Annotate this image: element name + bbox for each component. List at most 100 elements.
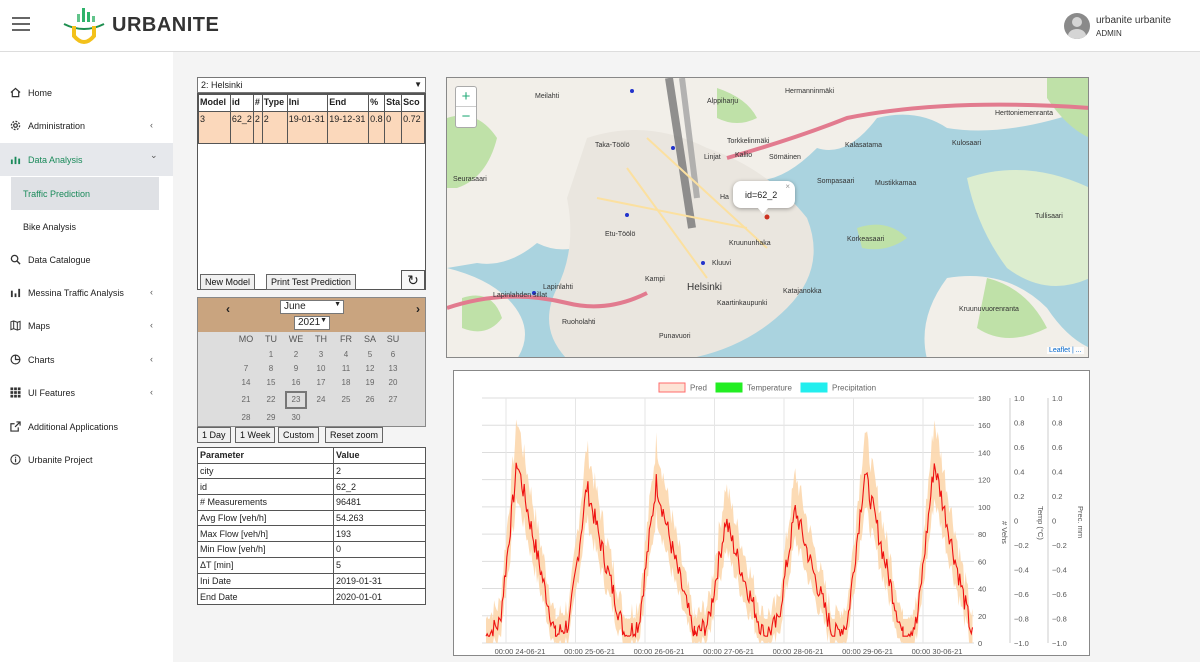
calendar-day[interactable]: 23 (285, 391, 307, 409)
calendar-day[interactable]: 28 (235, 411, 257, 425)
sidebar-item-charts[interactable]: Charts ‹ (0, 343, 173, 376)
chart-svg[interactable]: Pred Temperature Precipitation 0 20 40 60 80 100… (454, 371, 1091, 657)
one-day-button[interactable]: 1 Day (197, 427, 231, 443)
chevron-left-icon[interactable]: ‹ (226, 302, 230, 316)
chevron-left-icon: ‹ (150, 387, 153, 397)
calendar-day[interactable]: 27 (382, 393, 404, 407)
map-place-label: Herttoniemenranta (995, 110, 1053, 117)
map-canvas[interactable] (447, 78, 1089, 358)
y-tick-label: 0.6 (1052, 443, 1062, 452)
calendar-day[interactable]: 18 (335, 376, 357, 390)
custom-button[interactable]: Custom (278, 427, 320, 443)
calendar-day[interactable]: 21 (235, 393, 257, 407)
calendar-day[interactable]: 26 (359, 393, 381, 407)
chevron-right-icon[interactable]: › (416, 302, 420, 316)
chevron-left-icon: ‹ (150, 320, 153, 330)
top-header: URBANITE urbanite urbanite ADMIN (0, 0, 1200, 52)
y-tick-label: 0.4 (1052, 468, 1062, 477)
calendar-day[interactable]: 4 (335, 348, 357, 362)
sidebar-item-label: UI Features (28, 388, 76, 398)
column-header[interactable]: Ini (286, 94, 329, 112)
column-header[interactable]: Sco (401, 94, 425, 112)
popup-text: id=62_2 (745, 190, 778, 200)
calendar-day[interactable]: 24 (310, 393, 332, 407)
zoom-out-button[interactable]: − (456, 107, 476, 127)
calendar-day[interactable]: 1 (260, 348, 282, 362)
y-tick-label: 60 (978, 557, 986, 566)
sidebar-item-messina-traffic-analysis[interactable]: Messina Traffic Analysis ‹ (0, 276, 173, 309)
calendar-day[interactable]: 14 (235, 376, 257, 390)
column-header[interactable]: id (229, 94, 254, 112)
map-view[interactable]: Meilahti Alppiharju Hermanninmäki Herttonie… (446, 77, 1089, 358)
calendar-day[interactable]: 7 (235, 362, 257, 376)
y-axis-label: # Vehs (1000, 521, 1009, 544)
map-place-label: Torkkelinmäki (727, 138, 770, 145)
column-header[interactable]: % (368, 94, 386, 112)
calendar-day[interactable]: 25 (335, 393, 357, 407)
new-model-button[interactable]: New Model (200, 274, 256, 290)
grid-icon (10, 387, 21, 398)
close-icon[interactable]: × (785, 182, 790, 191)
calendar-day[interactable]: 3 (310, 348, 332, 362)
sidebar-item-data-catalogue[interactable]: Data Catalogue (0, 243, 173, 276)
table-row[interactable]: 3 62_2 2 2 19-01-31 19-12-31 0.8 0 0.72 (198, 111, 425, 144)
calendar-day[interactable]: 17 (310, 376, 332, 390)
calendar-day[interactable]: 29 (260, 411, 282, 425)
calendar-day[interactable]: 8 (260, 362, 282, 376)
column-header[interactable]: End (327, 94, 370, 112)
calendar-day[interactable]: 5 (359, 348, 381, 362)
sidebar-item-additional-applications[interactable]: Additional Applications (0, 410, 173, 443)
map-place-label: Korkeasaari (847, 236, 885, 243)
city-select[interactable]: 2: Helsinki ▼ (197, 77, 426, 93)
sidebar-item-urbanite-project[interactable]: Urbanite Project (0, 443, 173, 476)
sidebar-item-ui-features[interactable]: UI Features ‹ (0, 376, 173, 409)
sidebar-subitem-traffic-prediction[interactable]: Traffic Prediction (11, 177, 159, 210)
calendar-day[interactable]: 22 (260, 393, 282, 407)
param-value: 0 (333, 541, 426, 558)
column-header[interactable]: # (252, 94, 263, 112)
calendar-day[interactable]: 20 (382, 376, 404, 390)
hamburger-menu-icon[interactable] (12, 17, 30, 31)
sidebar-item-administration[interactable]: Administration ‹ (0, 109, 173, 142)
chevron-down-icon: ▼ (334, 301, 341, 308)
map-zoom-control: + − (455, 86, 477, 128)
calendar-day[interactable]: 12 (359, 362, 381, 376)
year-select[interactable]: 2021 ▼ (294, 316, 330, 330)
month-value: June (284, 301, 306, 312)
zoom-in-button[interactable]: + (456, 87, 476, 107)
calendar-day[interactable]: 13 (382, 362, 404, 376)
calendar-day[interactable]: 16 (285, 376, 307, 390)
column-header[interactable]: Type (261, 94, 288, 112)
calendar-day[interactable]: 2 (285, 348, 307, 362)
user-name[interactable]: urbanite urbanite (1096, 15, 1171, 26)
param-name: Avg Flow [veh/h] (197, 509, 334, 527)
weekday-label: FR (340, 334, 352, 344)
column-header[interactable]: Model (198, 94, 231, 112)
map-attribution[interactable]: Leaflet | ... (1047, 347, 1084, 354)
avatar[interactable] (1064, 13, 1090, 39)
calendar-day[interactable]: 11 (335, 362, 357, 376)
param-name: Min Flow [veh/h] (197, 541, 334, 558)
calendar-day[interactable]: 30 (285, 411, 307, 425)
calendar-day[interactable]: 10 (310, 362, 332, 376)
sidebar-item-maps[interactable]: Maps ‹ (0, 309, 173, 342)
x-tick-label: 00:00 29-06-21 (842, 647, 893, 656)
calendar-day[interactable]: 19 (359, 376, 381, 390)
calendar-day[interactable]: 15 (260, 376, 282, 390)
column-header[interactable]: Sta (384, 94, 403, 112)
column-header: Parameter (197, 447, 334, 464)
sidebar-item-data-analysis[interactable]: Data Analysis ⌄ (0, 143, 173, 176)
y-axis-label: Temp (°C) (1036, 506, 1045, 540)
one-week-button[interactable]: 1 Week (235, 427, 276, 443)
calendar-day[interactable]: 6 (382, 348, 404, 362)
reset-zoom-button[interactable]: Reset zoom (325, 427, 384, 443)
print-test-prediction-button[interactable]: Print Test Prediction (266, 274, 356, 290)
calendar-day[interactable]: 9 (285, 362, 307, 376)
month-select[interactable]: June ▼ (280, 300, 344, 314)
y-tick-label: 140 (978, 448, 991, 457)
sidebar-item-home[interactable]: Home (0, 76, 173, 109)
sidebar-item-label: Home (28, 88, 53, 98)
x-tick-label: 00:00 25-06-21 (564, 647, 615, 656)
refresh-icon[interactable]: ↻ (401, 270, 425, 290)
sidebar-subitem-bike-analysis[interactable]: Bike Analysis (11, 210, 159, 243)
